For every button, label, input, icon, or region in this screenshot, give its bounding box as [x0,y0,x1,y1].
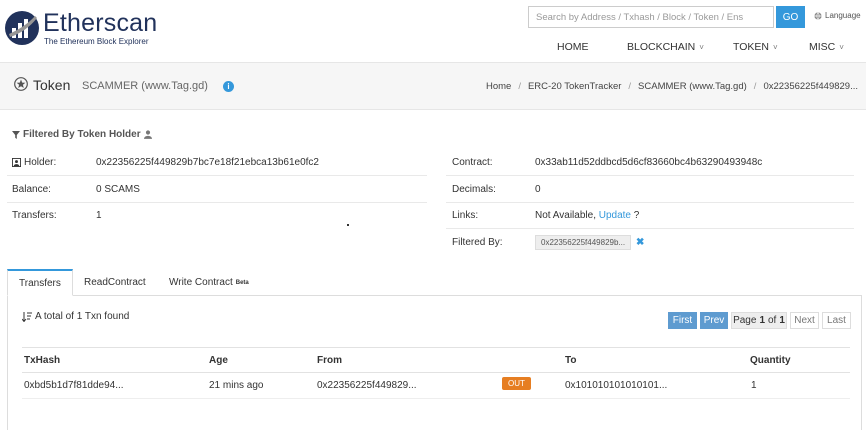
breadcrumb-separator: / [518,81,521,92]
links-label: Links: [452,209,479,221]
page-prefix: Page [733,315,757,326]
decimals-row: Decimals: 0 [446,176,854,203]
pagination-page-info: Page 1 of 1 [731,312,787,329]
token-icon [14,77,28,91]
nav-home[interactable]: HOME [557,41,589,53]
token-name: SCAMMER (www.Tag.gd) [82,80,208,92]
etherscan-logo-icon[interactable] [4,10,40,46]
pagination-prev-button[interactable]: Prev [700,312,728,329]
user-icon [143,130,152,139]
txhash-link[interactable]: 0xbd5b1d7f81dde94... [24,380,124,391]
transfers-row: Transfers: 1 [7,202,427,229]
column-header-quantity: Quantity [750,355,791,366]
filter-icon [12,130,20,139]
tab-writecontract[interactable]: Write Contract Beta [169,269,249,296]
globe-icon [814,11,822,20]
nav-misc-label: MISC [809,41,836,53]
tab-readcontract[interactable]: ReadContract [84,269,146,296]
wallet-icon [12,157,21,167]
chevron-down-icon: ˅ [839,43,844,52]
beta-badge: Beta [235,279,249,286]
links-update-link[interactable]: Update [599,210,631,221]
quantity-value: 1 [751,380,757,391]
pagination-next-button[interactable]: Next [790,312,819,329]
pagination-last-button[interactable]: Last [822,312,851,329]
column-header-age: Age [209,355,228,366]
tab-bar: Transfers ReadContract Write Contract Be… [7,269,862,296]
column-header-to: To [565,355,577,366]
pagination-first-button[interactable]: First [668,312,697,329]
to-address-link[interactable]: 0x101010101010101... [565,380,667,391]
logo-tagline: The Ethereum Block Explorer [44,37,149,46]
txn-summary: A total of 1 Txn found [22,311,129,322]
breadcrumb-current: 0x22356225f449829... [763,81,858,92]
contract-row: Contract: 0x33ab11d52ddbcd5d6cf83660bc4b… [446,149,854,176]
breadcrumb-home[interactable]: Home [486,81,511,92]
links-question: ? [633,209,640,221]
balance-label: Balance: [12,183,51,195]
info-icon[interactable]: i [223,81,234,92]
breadcrumb-tokentracker[interactable]: ERC-20 TokenTracker [528,81,621,92]
nav-home-label: HOME [557,41,589,53]
txn-summary-text: A total of 1 Txn found [35,311,130,322]
links-row: Links: Not Available, Update ? [446,202,854,229]
age-value: 21 mins ago [209,380,264,391]
nav-token[interactable]: TOKEN ˅ [733,41,778,53]
filter-heading: Filtered By Token Holder [12,129,152,140]
nav-token-label: TOKEN [733,41,769,53]
table-header: TxHash Age From To Quantity [22,347,850,373]
search-go-button[interactable]: GO [776,6,805,28]
transfers-value: 1 [96,210,102,221]
row-divider [22,398,850,399]
search-input[interactable] [528,6,774,28]
clear-filter-icon[interactable]: ✖ [636,237,644,248]
decorative-dot [347,224,349,226]
logo-title[interactable]: Etherscan [43,9,157,38]
site-header: Etherscan The Ethereum Block Explorer GO… [0,0,866,62]
language-label: Language [825,11,861,20]
tab-writecontract-label: Write Contract [169,277,233,288]
links-status: Not Available, [535,209,596,221]
language-selector[interactable]: Language [814,11,861,20]
balance-value: 0 SCAMS [96,183,140,195]
breadcrumb: Home / ERC-20 TokenTracker / SCAMMER (ww… [486,81,858,92]
breadcrumb-token[interactable]: SCAMMER (www.Tag.gd) [638,81,747,92]
links-value: Not Available, Update ? [535,210,639,221]
holder-row: Holder: 0x22356225f449829b7bc7e18f21ebca… [7,149,427,176]
holder-label: Holder: [12,157,56,168]
tab-transfers-label: Transfers [19,277,61,289]
page-title: Token [33,77,71,93]
nav-misc[interactable]: MISC ˅ [809,41,844,53]
nav-blockchain-label: BLOCKCHAIN [627,41,696,53]
chevron-down-icon: ˅ [699,43,704,52]
page-total: 1 [779,315,785,326]
filtered-by-chip: 0x22356225f449829b... [535,235,632,250]
contract-address-link[interactable]: 0x33ab11d52ddbcd5d6cf83660bc4b6329049394… [535,157,762,168]
page-current: 1 [759,315,765,326]
filtered-by-label: Filtered By: [452,237,503,248]
transfers-label: Transfers: [12,210,57,221]
from-address: 0x22356225f449829... [317,380,417,391]
filter-heading-label: Filtered By Token Holder [23,129,141,140]
sort-icon [22,311,32,322]
direction-badge: OUT [502,377,531,390]
decimals-value: 0 [535,183,541,195]
breadcrumb-separator: / [753,81,757,92]
tab-readcontract-label: ReadContract [84,277,146,288]
breadcrumb-separator: / [628,81,632,92]
column-header-txhash: TxHash [24,355,61,366]
filtered-by-row: Filtered By: 0x22356225f449829b... ✖ [446,229,854,256]
chevron-down-icon: ˅ [772,43,778,52]
balance-row: Balance: 0 SCAMS [7,176,427,203]
contract-label: Contract: [452,156,493,168]
decimals-label: Decimals: [452,183,496,195]
column-header-from: From [317,355,342,366]
page-of: of [768,315,777,326]
tab-transfers[interactable]: Transfers [7,269,73,296]
holder-label-text: Holder: [24,156,57,168]
holder-address-link[interactable]: 0x22356225f449829b7bc7e18f21ebca13b61e0f… [96,157,319,168]
nav-blockchain[interactable]: BLOCKCHAIN ˅ [627,41,704,53]
